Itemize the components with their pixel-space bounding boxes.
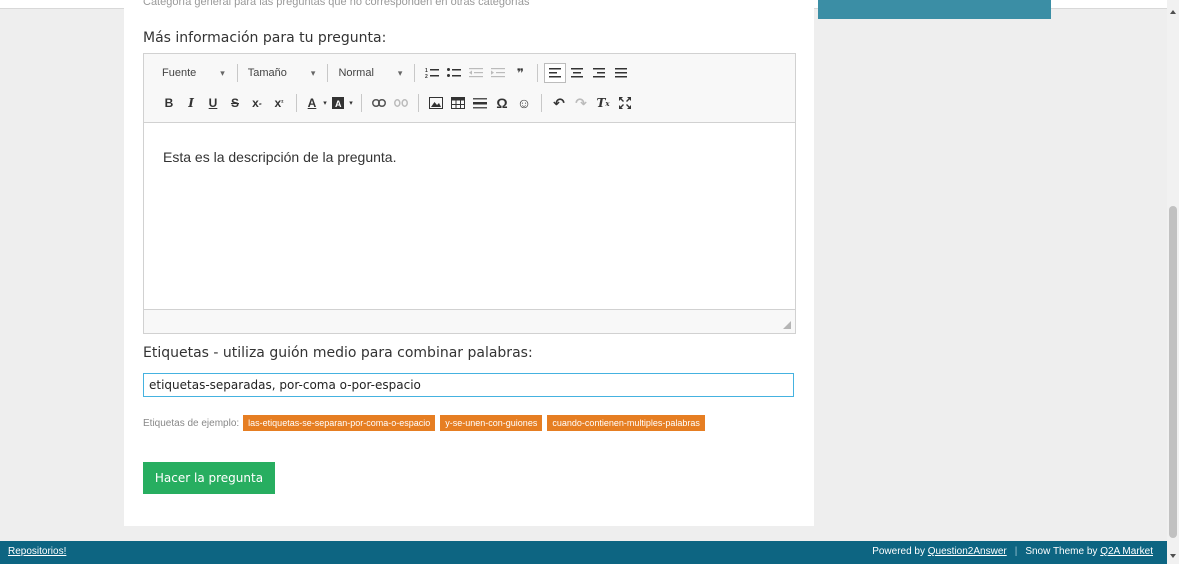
horizontal-rule-icon[interactable] bbox=[469, 93, 491, 113]
special-char-icon[interactable]: Ω bbox=[491, 93, 513, 113]
bulleted-list-icon[interactable] bbox=[443, 63, 465, 83]
editor-toolbar: Fuente ▾ Tamaño ▾ Normal ▾ 12 ❞ B I U S … bbox=[144, 54, 795, 123]
example-tag[interactable]: las-etiquetas-se-separan-por-coma-o-espa… bbox=[243, 415, 436, 431]
undo-icon[interactable]: ↶ bbox=[548, 93, 570, 113]
toolbar-separator bbox=[296, 94, 297, 112]
size-combo-label: Tamaño bbox=[247, 67, 287, 79]
editor-status-bar bbox=[144, 309, 795, 333]
remove-format-icon[interactable]: Tx bbox=[592, 93, 614, 113]
toolbar-separator bbox=[414, 64, 416, 82]
toolbar-separator bbox=[537, 64, 539, 82]
chevron-down-icon[interactable]: ▾ bbox=[321, 93, 329, 113]
footer: Repositorios! Powered by Question2Answer… bbox=[0, 541, 1167, 564]
toolbar-row-1: Fuente ▾ Tamaño ▾ Normal ▾ 12 ❞ bbox=[158, 62, 632, 84]
bg-color-icon[interactable]: A bbox=[329, 93, 347, 113]
toolbar-separator bbox=[541, 94, 542, 112]
chevron-down-icon: ▾ bbox=[397, 67, 403, 78]
font-combo[interactable]: Fuente ▾ bbox=[158, 63, 231, 83]
link-icon[interactable] bbox=[368, 93, 390, 113]
q2a-market-link[interactable]: Q2A Market bbox=[1100, 546, 1153, 557]
theme-prefix: Snow Theme by bbox=[1025, 546, 1098, 557]
svg-text:2: 2 bbox=[425, 74, 428, 79]
editor-content-text[interactable]: Esta es la descripción de la pregunta. bbox=[163, 149, 396, 165]
question-form: Categoría general para las preguntas que… bbox=[124, 0, 814, 526]
chevron-down-icon: ▾ bbox=[220, 67, 225, 78]
align-right-icon[interactable] bbox=[588, 63, 610, 83]
chevron-down-icon[interactable]: ▾ bbox=[347, 93, 355, 113]
italic-icon[interactable]: I bbox=[180, 93, 202, 113]
subscript-icon[interactable]: x₂ bbox=[246, 93, 268, 113]
description-label: Más información para tu pregunta: bbox=[143, 30, 387, 46]
text-color-icon[interactable]: A bbox=[303, 93, 321, 113]
smiley-icon[interactable]: ☺ bbox=[513, 93, 535, 113]
scroll-down-icon[interactable] bbox=[1170, 554, 1176, 558]
page-scrollbar[interactable] bbox=[1167, 0, 1179, 564]
toolbar-separator bbox=[236, 64, 238, 82]
example-tag[interactable]: cuando-contienen-multiples-palabras bbox=[547, 415, 705, 431]
tags-input[interactable]: etiquetas-separadas, por-coma o-por-espa… bbox=[143, 373, 794, 397]
align-left-icon[interactable] bbox=[544, 63, 567, 83]
example-tag[interactable]: y-se-unen-con-guiones bbox=[440, 415, 543, 431]
scroll-up-icon[interactable] bbox=[1170, 10, 1176, 14]
toolbar-separator bbox=[327, 64, 329, 82]
align-center-icon[interactable] bbox=[566, 63, 588, 83]
repositories-link[interactable]: Repositorios! bbox=[8, 546, 66, 557]
category-description: Categoría general para las preguntas que… bbox=[143, 0, 530, 8]
format-combo-label: Normal bbox=[338, 67, 374, 79]
sidebar-button[interactable] bbox=[818, 0, 1051, 19]
toolbar-row-2: B I U S x₂ x² A ▾ A ▾ Ω ☺ ↶ ↷ T x bbox=[158, 92, 636, 114]
redo-icon[interactable]: ↷ bbox=[570, 93, 592, 113]
outdent-icon[interactable] bbox=[465, 63, 487, 83]
numbered-list-icon[interactable]: 12 bbox=[421, 63, 443, 83]
footer-left: Repositorios! bbox=[8, 546, 66, 557]
underline-icon[interactable]: U bbox=[202, 93, 224, 113]
image-icon[interactable] bbox=[425, 93, 447, 113]
submit-question-button[interactable]: Hacer la pregunta bbox=[143, 462, 275, 494]
superscript-icon[interactable]: x² bbox=[268, 93, 290, 113]
bold-icon[interactable]: B bbox=[158, 93, 180, 113]
strike-icon[interactable]: S bbox=[224, 93, 246, 113]
toolbar-separator bbox=[361, 94, 362, 112]
unlink-icon[interactable] bbox=[390, 93, 412, 113]
chevron-down-icon: ▾ bbox=[310, 67, 316, 78]
rich-text-editor: Fuente ▾ Tamaño ▾ Normal ▾ 12 ❞ B I U S … bbox=[143, 53, 796, 334]
blockquote-icon[interactable]: ❞ bbox=[509, 63, 531, 83]
indent-icon[interactable] bbox=[487, 63, 509, 83]
editor-content-area[interactable]: Esta es la descripción de la pregunta. bbox=[144, 123, 795, 309]
example-tags: Etiquetas de ejemplo: las-etiquetas-se-s… bbox=[143, 415, 710, 431]
scrollbar-thumb[interactable] bbox=[1169, 206, 1177, 538]
maximize-icon[interactable] bbox=[614, 93, 636, 113]
example-tags-label: Etiquetas de ejemplo: bbox=[143, 417, 240, 429]
toolbar-separator bbox=[418, 94, 419, 112]
footer-credits: Powered by Question2Answer | Snow Theme … bbox=[872, 546, 1153, 557]
question2answer-link[interactable]: Question2Answer bbox=[928, 546, 1007, 557]
font-combo-label: Fuente bbox=[162, 67, 197, 79]
svg-text:A: A bbox=[335, 99, 342, 109]
resize-handle-icon[interactable] bbox=[783, 321, 791, 329]
powered-prefix: Powered by bbox=[872, 546, 925, 557]
justify-icon[interactable] bbox=[610, 63, 632, 83]
footer-separator: | bbox=[1014, 546, 1018, 557]
format-combo[interactable]: Normal ▾ bbox=[334, 63, 408, 83]
tags-label: Etiquetas - utiliza guión medio para com… bbox=[143, 345, 533, 361]
size-combo[interactable]: Tamaño ▾ bbox=[244, 63, 322, 83]
table-icon[interactable] bbox=[447, 93, 469, 113]
